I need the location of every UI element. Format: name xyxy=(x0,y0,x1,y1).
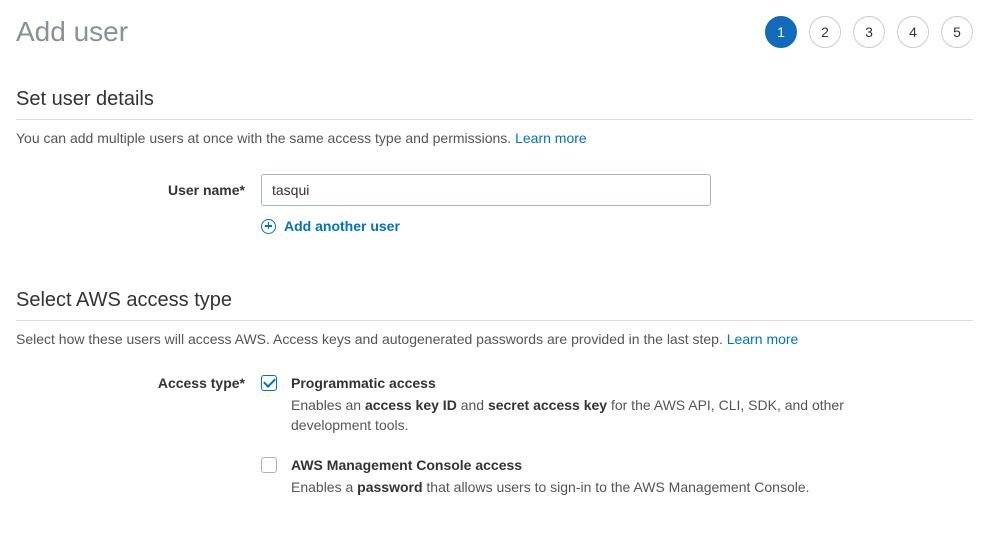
wizard-steps: 1 2 3 4 5 xyxy=(765,16,973,48)
learn-more-link-users[interactable]: Learn more xyxy=(515,130,587,146)
add-another-user-link[interactable]: Add another user xyxy=(261,218,400,234)
access-section-desc: Select how these users will access AWS. … xyxy=(16,331,973,347)
access-section-title: Select AWS access type xyxy=(16,289,973,321)
wizard-step-5[interactable]: 5 xyxy=(941,16,973,48)
username-label: User name* xyxy=(16,182,261,198)
page-title: Add user xyxy=(16,16,128,48)
console-access-title: AWS Management Console access xyxy=(291,457,851,473)
user-details-desc: You can add multiple users at once with … xyxy=(16,130,973,146)
wizard-step-2[interactable]: 2 xyxy=(809,16,841,48)
user-details-desc-text: You can add multiple users at once with … xyxy=(16,130,515,146)
programmatic-access-checkbox[interactable] xyxy=(261,375,277,391)
plus-circle-icon xyxy=(261,219,276,234)
add-another-user-label: Add another user xyxy=(284,218,400,234)
wizard-step-1[interactable]: 1 xyxy=(765,16,797,48)
username-input[interactable] xyxy=(261,174,711,206)
access-type-label: Access type* xyxy=(16,375,261,391)
user-details-title: Set user details xyxy=(16,88,973,120)
learn-more-link-access[interactable]: Learn more xyxy=(727,331,799,347)
wizard-step-3[interactable]: 3 xyxy=(853,16,885,48)
programmatic-access-title: Programmatic access xyxy=(291,375,851,391)
access-desc-text: Select how these users will access AWS. … xyxy=(16,331,727,347)
console-access-desc: Enables a password that allows users to … xyxy=(291,477,851,497)
programmatic-access-desc: Enables an access key ID and secret acce… xyxy=(291,395,851,436)
console-access-checkbox[interactable] xyxy=(261,457,277,473)
wizard-step-4[interactable]: 4 xyxy=(897,16,929,48)
